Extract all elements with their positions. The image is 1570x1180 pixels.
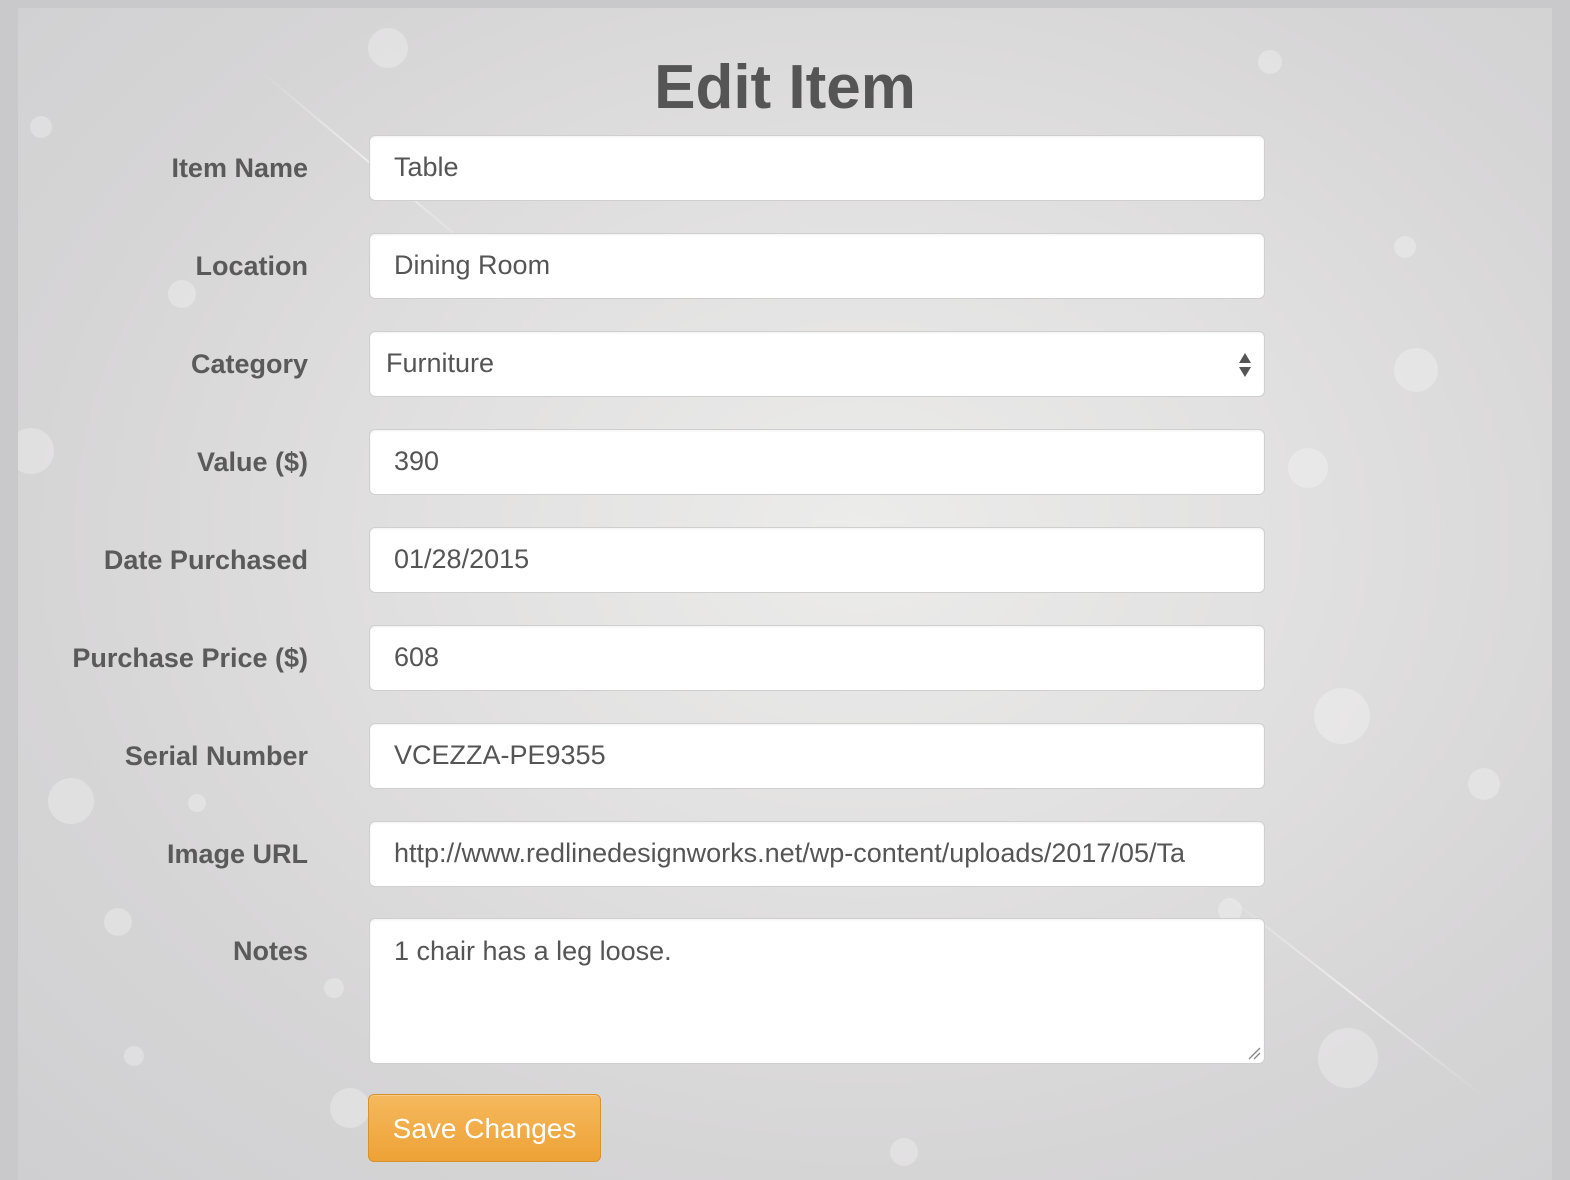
purchase-price-input[interactable]: 608 <box>369 625 1265 691</box>
item-name-label: Item Name <box>171 153 308 183</box>
form-row-purchase-price: Purchase Price ($) 608 <box>18 625 1552 691</box>
image-url-label: Image URL <box>166 839 308 869</box>
bokeh-decoration <box>188 794 206 812</box>
form-row-value: Value ($) 390 <box>18 429 1552 495</box>
value-label: Value ($) <box>196 447 308 477</box>
select-arrows-icon <box>1239 353 1251 377</box>
form-row-item-name: Item Name Table <box>18 135 1552 201</box>
notes-textarea[interactable]: 1 chair has a leg loose. <box>369 918 1265 1064</box>
save-changes-button[interactable]: Save Changes <box>368 1094 601 1162</box>
serial-number-input[interactable]: VCEZZA-PE9355 <box>369 723 1265 789</box>
date-purchased-label: Date Purchased <box>103 545 308 575</box>
category-select[interactable]: Furniture <box>369 331 1265 397</box>
page-title: Edit Item <box>654 53 916 122</box>
page-background: Edit Item Item Name Table Location Dinin… <box>18 8 1552 1180</box>
notes-label: Notes <box>232 936 308 966</box>
form-row-notes: Notes 1 chair has a leg loose. <box>18 918 1552 1064</box>
category-label: Category <box>190 349 308 379</box>
bokeh-decoration <box>890 1138 918 1166</box>
image-url-input[interactable]: http://www.redlinedesignworks.net/wp-con… <box>369 821 1265 887</box>
form-row-image-url: Image URL http://www.redlinedesignworks.… <box>18 821 1552 887</box>
serial-number-label: Serial Number <box>124 741 308 771</box>
date-purchased-input[interactable]: 01/28/2015 <box>369 527 1265 593</box>
resize-grip-icon[interactable] <box>1247 1046 1261 1060</box>
category-selected-value: Furniture <box>386 348 495 378</box>
location-input[interactable]: Dining Room <box>369 233 1265 299</box>
location-label: Location <box>195 251 309 281</box>
form-row-category: Category Furniture <box>18 331 1552 397</box>
purchase-price-label: Purchase Price ($) <box>72 643 308 673</box>
bokeh-decoration <box>330 1088 370 1128</box>
item-name-input[interactable]: Table <box>369 135 1265 201</box>
form-row-serial-number: Serial Number VCEZZA-PE9355 <box>18 723 1552 789</box>
form-row-location: Location Dining Room <box>18 233 1552 299</box>
form-row-date-purchased: Date Purchased 01/28/2015 <box>18 527 1552 593</box>
value-input[interactable]: 390 <box>369 429 1265 495</box>
notes-text: 1 chair has a leg loose. <box>394 936 672 966</box>
